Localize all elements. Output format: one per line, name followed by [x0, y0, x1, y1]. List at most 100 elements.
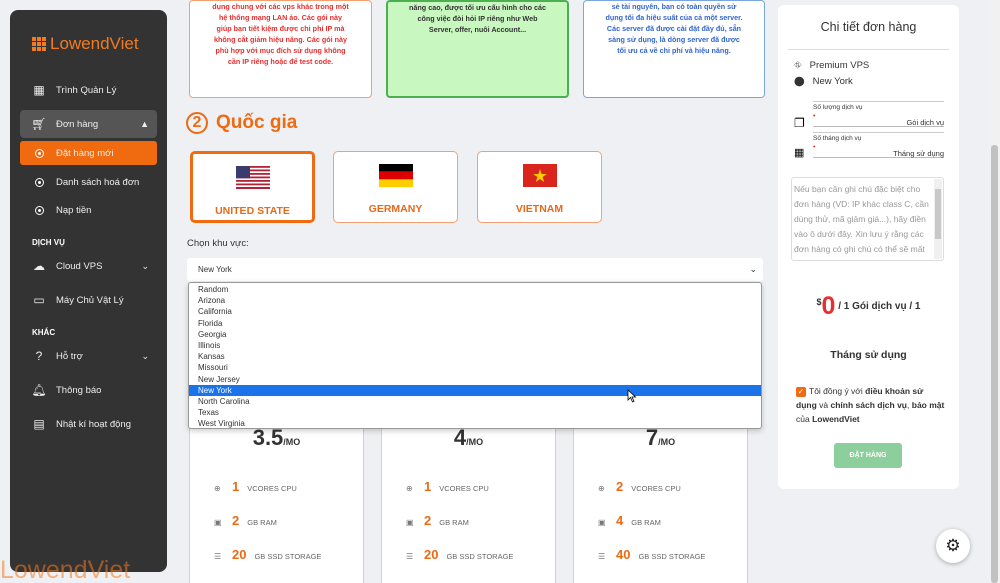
sidebar-item-label: Đặt hàng mới [56, 147, 114, 159]
country-name: UNITED STATE [215, 205, 290, 217]
logo[interactable]: LowendViet [32, 34, 139, 54]
region-option[interactable]: New York [189, 384, 761, 396]
plan-text-line: sẻ tài nguyên, bạn có toàn quyền sử [611, 2, 737, 11]
region-option[interactable]: Arizona [189, 295, 761, 306]
sidebar-item-label: Cloud VPS [56, 260, 103, 272]
sidebar-item-dedicated[interactable]: ▭ Máy Chủ Vật Lý [20, 286, 157, 314]
order-button[interactable]: ĐẶT HÀNG [834, 443, 902, 468]
nav: ▦ Trình Quản Lý 🛒︎ Đơn hàng ▲ Đặt hàng mới … [20, 76, 157, 438]
gear-icon[interactable]: ⚙ [936, 529, 970, 563]
plan-text-line: hệ thống mạng LAN ảo. Các gói này [219, 13, 342, 22]
plan-description-premium[interactable]: năng cao, được tối ưu cấu hình cho các cô… [386, 0, 569, 98]
us-flag-icon [235, 166, 270, 189]
country-card-de[interactable]: GERMANY [333, 151, 458, 223]
region-select[interactable]: New York ⌄ [187, 258, 763, 281]
plan-description-dedicated[interactable]: sẻ tài nguyên, bạn có toàn quyền sử dụng … [583, 0, 765, 98]
terms-agreement[interactable]: ✓ Tôi đồng ý với điều khoản sử dụng và ch… [796, 384, 946, 426]
checkbox-checked-icon[interactable]: ✓ [796, 386, 806, 397]
region-option[interactable]: North Carolina [189, 396, 761, 407]
cpu-icon: ⊕ [214, 484, 221, 493]
plan-text: dụng chung với các vps khác trong một hệ … [204, 1, 357, 67]
note-scrollbar[interactable] [934, 179, 942, 259]
spec-storage: ☰ 20 GB SSD STORAGE [214, 547, 322, 562]
copy-icon: ❐ [794, 116, 805, 130]
region-option[interactable]: Random [189, 284, 761, 295]
product-icon: ⛗ [794, 60, 802, 71]
step-number: 2 [186, 112, 208, 134]
page-scrollbar[interactable] [989, 0, 1000, 583]
section-title: Quốc gia [216, 112, 298, 133]
sidebar-item-label: Hỗ trợ [56, 350, 83, 362]
region-option[interactable]: Georgia [189, 329, 761, 340]
order-total: $0 / 1 Gói dịch vụ / 1 [816, 292, 921, 320]
region-option[interactable]: New Jersey [189, 374, 761, 385]
sidebar-item-label: Nạp tiền [56, 204, 92, 216]
ram-icon: ▣ [406, 518, 414, 527]
region-option[interactable]: Kansas [189, 351, 761, 362]
cart-icon: 🛒︎ [31, 117, 47, 131]
sidebar-item-label: Danh sách hoá đơn [56, 176, 140, 188]
order-period: Tháng sử dụng [830, 349, 907, 361]
plan-text-line: không cắt giảm hiệu năng. Các gói này [214, 35, 347, 44]
cpu-icon: ⊕ [406, 484, 413, 493]
sidebar-item-activity-log[interactable]: ▤ Nhật kí hoạt động [20, 410, 157, 438]
sidebar-item-topup[interactable]: Nạp tiền [20, 196, 157, 224]
main-content: dụng chung với các vps khác trong một hệ … [180, 0, 770, 583]
quantity-field[interactable]: Số lượng dịch vụ • Gói dịch vụ [813, 101, 944, 127]
region-option[interactable]: California [189, 306, 761, 317]
logo-text: LowendViet [50, 34, 139, 53]
spec-ram: ▣ 2 GB RAM [406, 513, 469, 528]
section-services: DỊCH VỤ [32, 237, 65, 247]
spec-ram: ▣ 4 GB RAM [598, 513, 661, 528]
policy-link[interactable]: chính sách dịch vụ [830, 400, 907, 410]
ram-icon: ▣ [214, 518, 222, 527]
sidebar-item-label: Thông báo [56, 384, 102, 396]
plan-description-shared[interactable]: dụng chung với các vps khác trong một hệ … [189, 0, 372, 98]
region-option[interactable]: Texas [189, 407, 761, 418]
plan-text-line: Các server đã được cài đặt đầy đủ, sẵn [606, 24, 742, 33]
sidebar-item-label: Trình Quản Lý [56, 84, 117, 96]
plan-text-line: Server, offer, nuôi Account... [428, 25, 527, 34]
plan-text-line: sàng sử dụng, là dòng server đã được [608, 35, 740, 44]
spec-cpu: ⊕ 1 VCORES CPU [214, 479, 297, 494]
country-card-vn[interactable]: VIETNAM [477, 151, 602, 223]
location-pin-icon: ⬤ [794, 76, 805, 87]
privacy-link[interactable]: bảo mật [912, 400, 945, 410]
calendar-icon: ▦ [794, 147, 805, 159]
sidebar-item-cloud-vps[interactable]: ☁ Cloud VPS ⌄ [20, 252, 157, 280]
spec-storage: ☰ 40 GB SSD STORAGE [598, 547, 706, 562]
region-option[interactable]: Illinois [189, 340, 761, 351]
country-card-us[interactable]: UNITED STATE [190, 151, 315, 223]
plan-text-line: công việc đòi hỏi IP riêng như Web [417, 14, 538, 23]
radio-icon [32, 146, 46, 160]
spec-storage: ☰ 20 GB SSD STORAGE [406, 547, 514, 562]
sidebar-item-orders[interactable]: 🛒︎ Đơn hàng ▲ [20, 110, 157, 138]
watermark-logo: LowendViet [0, 556, 131, 583]
spec-cpu: ⊕ 1 VCORES CPU [406, 479, 489, 494]
cloud-icon: ☁ [33, 259, 45, 273]
region-option[interactable]: Missouri [189, 362, 761, 373]
region-label: Chọn khu vực: [187, 238, 249, 249]
country-name: VIETNAM [515, 203, 564, 215]
plan-text-line: cần IP riêng hoặc để test code. [227, 57, 334, 66]
months-field[interactable]: Số tháng dịch vụ • Tháng sử dụng [813, 132, 944, 158]
order-product: ⛗ Premium VPS [794, 60, 870, 71]
plan-text-line: phù hợp với mục đích sử dụng không [215, 46, 346, 55]
section-other: KHÁC [32, 327, 56, 337]
region-option[interactable]: Florida [189, 318, 761, 329]
order-detail-panel: Chi tiết đơn hàng ⛗ Premium VPS ⬤ New York… [778, 5, 959, 489]
plan-text: sẻ tài nguyên, bạn có toàn quyền sử dụng … [598, 1, 750, 56]
quantity-label: Số lượng dịch vụ [813, 101, 944, 111]
region-dropdown-list[interactable]: Random Arizona California Florida Georgia Ill… [188, 282, 762, 429]
sidebar-item-support[interactable]: ? Hỗ trợ ⌄ [20, 342, 157, 370]
sidebar-item-new-order[interactable]: Đặt hàng mới [20, 141, 157, 165]
chevron-down-icon: ⌄ [141, 260, 149, 271]
sidebar-item-notifications[interactable]: 🔔︎ Thông báo [20, 376, 157, 404]
section-heading-country: 2 Quốc gia [186, 112, 297, 134]
order-note-textarea[interactable]: Nếu bạn cần ghi chú đặc biệt cho đơn hàn… [791, 177, 944, 261]
chevron-down-icon: ⌄ [749, 264, 757, 274]
sidebar-item-dashboard[interactable]: ▦ Trình Quản Lý [20, 76, 157, 104]
sidebar-item-invoices[interactable]: Danh sách hoá đơn [20, 168, 157, 196]
region-option[interactable]: West Virginia [189, 418, 761, 429]
bell-icon: 🔔︎ [31, 383, 47, 397]
